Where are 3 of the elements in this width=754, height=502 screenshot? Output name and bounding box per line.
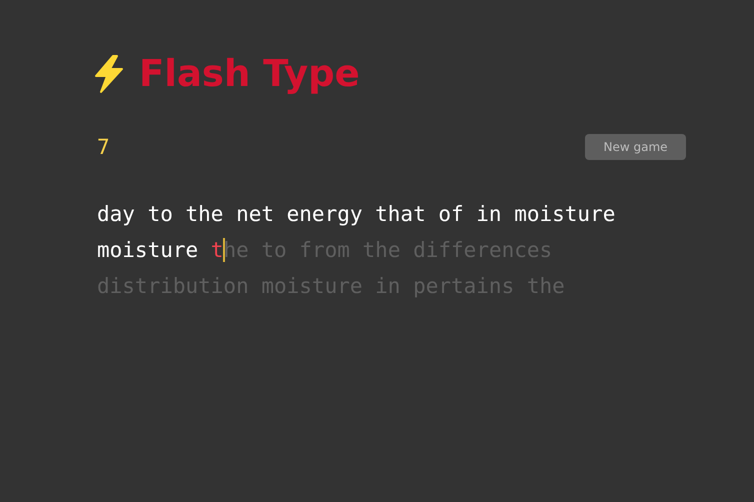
score: 7: [97, 135, 110, 159]
new-game-button[interactable]: New game: [585, 134, 686, 160]
app-title: Flash Type: [139, 51, 360, 97]
